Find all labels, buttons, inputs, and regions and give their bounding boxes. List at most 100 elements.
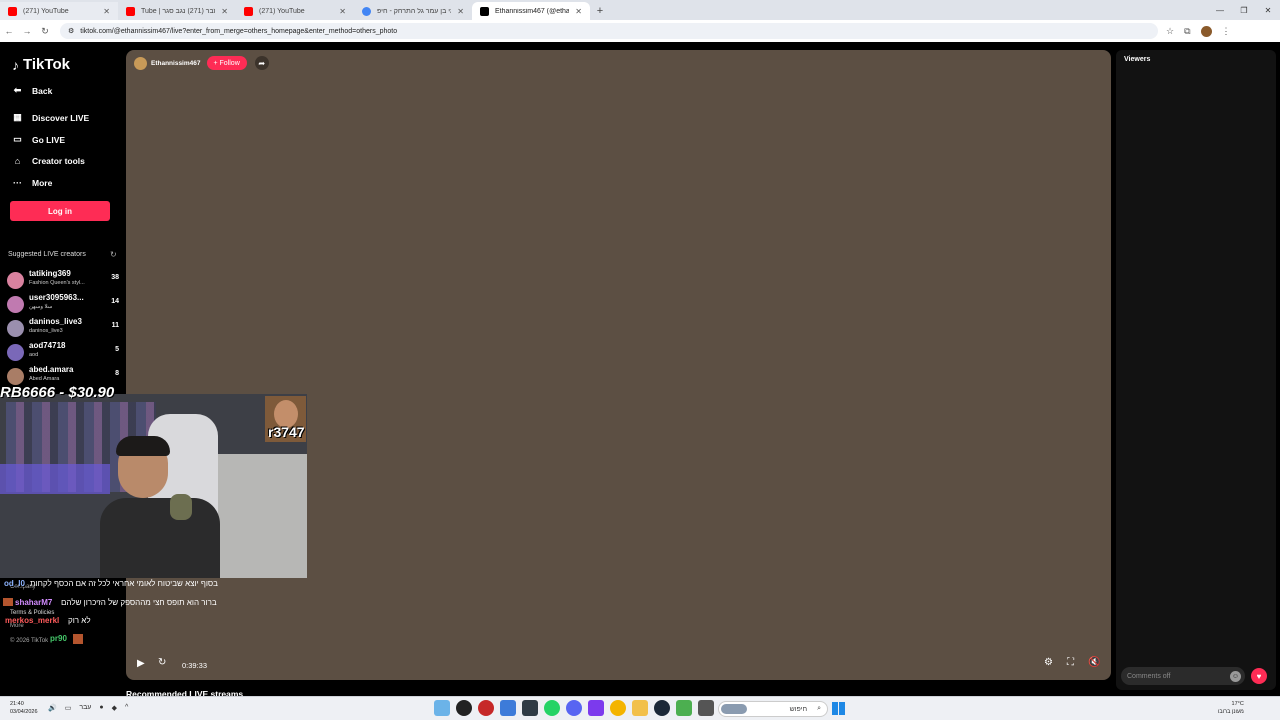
speaker-icon[interactable]: 🔊 [48,704,57,712]
chat-message: ברור הוא תופס חצי מההספק של הזיכרון שלהם [61,598,217,607]
login-button[interactable]: Log in [10,201,110,221]
tab-title: Ethannissim467 (@ethannissim... [495,7,570,15]
donation-amount: RB6666 - $30.90 [0,384,115,401]
home-icon: ⌂ [14,156,21,166]
elapsed-time: 0:39:33 [182,661,208,670]
creator-subtitle: daninos_live3 [29,328,63,334]
back-label: Back [32,85,53,96]
menu-dots-icon[interactable]: ⋮ [1222,26,1231,37]
nav-more[interactable]: ··· More [12,178,52,188]
follow-button[interactable]: + Follow [206,56,247,70]
share-icon[interactable]: ➦ [254,56,269,70]
window-controls: — ❐ ✕ [1208,0,1280,20]
close-tab-icon[interactable]: ✕ [457,7,464,16]
tab-title: Tube | אלי גזבר (271) נגב סגר [141,7,215,15]
browser-tab[interactable]: (271) YouTube ✕ [0,2,118,20]
creator-name: tatiking369 [29,269,71,278]
taskbar-app-icon[interactable] [522,700,538,716]
viewer-count: 5 [115,346,119,353]
steam-icon[interactable] [654,700,670,716]
discord-icon[interactable] [566,700,582,716]
search-highlight-image [721,704,747,714]
nav-label: More [32,178,53,188]
star-icon[interactable]: ☆ [1166,26,1174,37]
avatar [7,320,24,337]
creator-subtitle: Abed Amara [29,376,60,382]
avatar[interactable] [134,56,147,70]
viewer-count: 8 [115,370,119,377]
nav-label: Discover LIVE [32,112,90,123]
address-bar[interactable]: ⚙ tiktok.com/@ethannissim467/live?enter_… [60,23,1158,39]
folder-icon[interactable] [632,700,648,716]
avatar [7,368,24,385]
taskbar-app-icon[interactable] [698,700,714,716]
chat-username: shaharM7 [15,598,53,607]
inset-number: r3747 [268,424,305,440]
weather-temp: 17°C [1231,701,1244,707]
language-indicator[interactable]: עבר [79,704,91,712]
chevron-up-icon[interactable]: ^ [125,704,128,712]
tiktok-logo[interactable]: ♪ TikTok [12,56,70,73]
emoji-icon[interactable]: ☺ [1230,671,1241,682]
suggested-creator[interactable]: user3095963... سلا وسهن 14 [7,293,119,315]
windows-start-icon[interactable] [832,702,845,715]
settings-icon[interactable]: ⚙ [1044,657,1053,668]
comments-input[interactable]: Comments off [1121,667,1245,685]
browser-tab-strip: (271) YouTube ✕ Tube | אלי גזבר (271) נג… [0,0,1280,20]
forward-arrow-icon[interactable]: → [18,26,36,36]
refresh-icon[interactable]: ↻ [110,250,117,259]
back-arrow-icon[interactable]: ← [0,26,18,36]
nav-discover-live[interactable]: ▦ Discover LIVE [12,112,89,123]
fullscreen-icon[interactable]: ⛶ [1067,657,1074,668]
refresh-icon[interactable]: ↻ [158,657,166,668]
chrome-icon[interactable] [610,700,626,716]
tab-title: שלמי בן עמר גל התרחק - חיפ... [377,7,451,15]
close-window-icon[interactable]: ✕ [1256,0,1280,20]
taskbar-app-icon[interactable] [478,700,494,716]
close-tab-icon[interactable]: ✕ [575,7,582,16]
nav-go-live[interactable]: ▭ Go LIVE [12,134,65,145]
browser-tab[interactable]: Tube | אלי גזבר (271) נגב סגר ✕ [118,2,236,20]
nav-creator-tools[interactable]: ⌂ Creator tools [12,156,85,166]
live-player[interactable]: Ethannissim467 + Follow ➦ ▶ ↻ 0:39:33 ⚙ … [126,50,1111,680]
heart-icon[interactable]: ♥ [1251,668,1267,684]
suggested-creator[interactable]: tatiking369 Fashion Queen's styl... 38 [7,269,119,291]
taskbar-app-icon[interactable] [456,700,472,716]
taskbar-clock[interactable]: 21:40 03/04/2026 [10,700,38,716]
whatsapp-icon[interactable] [544,700,560,716]
browser-tab-active[interactable]: Ethannissim467 (@ethannissim... ✕ [472,2,590,20]
taskbar-app-icon[interactable] [500,700,516,716]
close-tab-icon[interactable]: ✕ [339,7,346,16]
browser-tab[interactable]: שלמי בן עמר גל התרחק - חיפ... ✕ [354,2,472,20]
reload-icon[interactable]: ↻ [36,26,54,37]
suggested-creator[interactable]: daninos_live3 daninos_live3 11 [7,317,119,339]
taskbar-search[interactable]: חיפוש ⌕ [718,701,828,717]
creator-name: daninos_live3 [29,317,82,326]
search-icon: ⌕ [817,705,821,712]
suggested-creator[interactable]: aod74718 aod 5 [7,341,119,363]
taskbar-app-icon[interactable] [434,700,450,716]
minimize-icon[interactable]: — [1208,0,1232,20]
restore-icon[interactable]: ❐ [1232,0,1256,20]
headset-icon[interactable] [588,700,604,716]
browser-tab[interactable]: (271) YouTube ✕ [236,2,354,20]
profile-avatar[interactable] [1200,25,1212,37]
extensions-icon[interactable]: ⧉ [1184,26,1190,37]
search-label: חיפוש [789,705,808,713]
close-tab-icon[interactable]: ✕ [221,7,228,16]
new-tab-button[interactable]: + [590,2,610,20]
shield-icon[interactable]: ◆ [112,704,117,712]
back-button[interactable]: ⬅ Back [12,85,53,96]
host-name[interactable]: Ethannissim467 [151,60,201,67]
mic-icon[interactable]: ● [99,704,103,712]
play-icon[interactable]: ▶ [137,658,145,669]
close-tab-icon[interactable]: ✕ [103,7,110,16]
youtube-icon [126,6,135,16]
weather-widget[interactable]: 17°C מעונן ברובו [1218,700,1244,716]
taskbar-app-icon[interactable] [676,700,692,716]
microphone [170,494,192,520]
brand-name: TikTok [23,56,70,73]
site-info-icon[interactable]: ⚙ [68,27,74,35]
network-icon[interactable]: ▭ [65,704,72,712]
mute-icon[interactable]: 🔇 [1088,657,1100,668]
